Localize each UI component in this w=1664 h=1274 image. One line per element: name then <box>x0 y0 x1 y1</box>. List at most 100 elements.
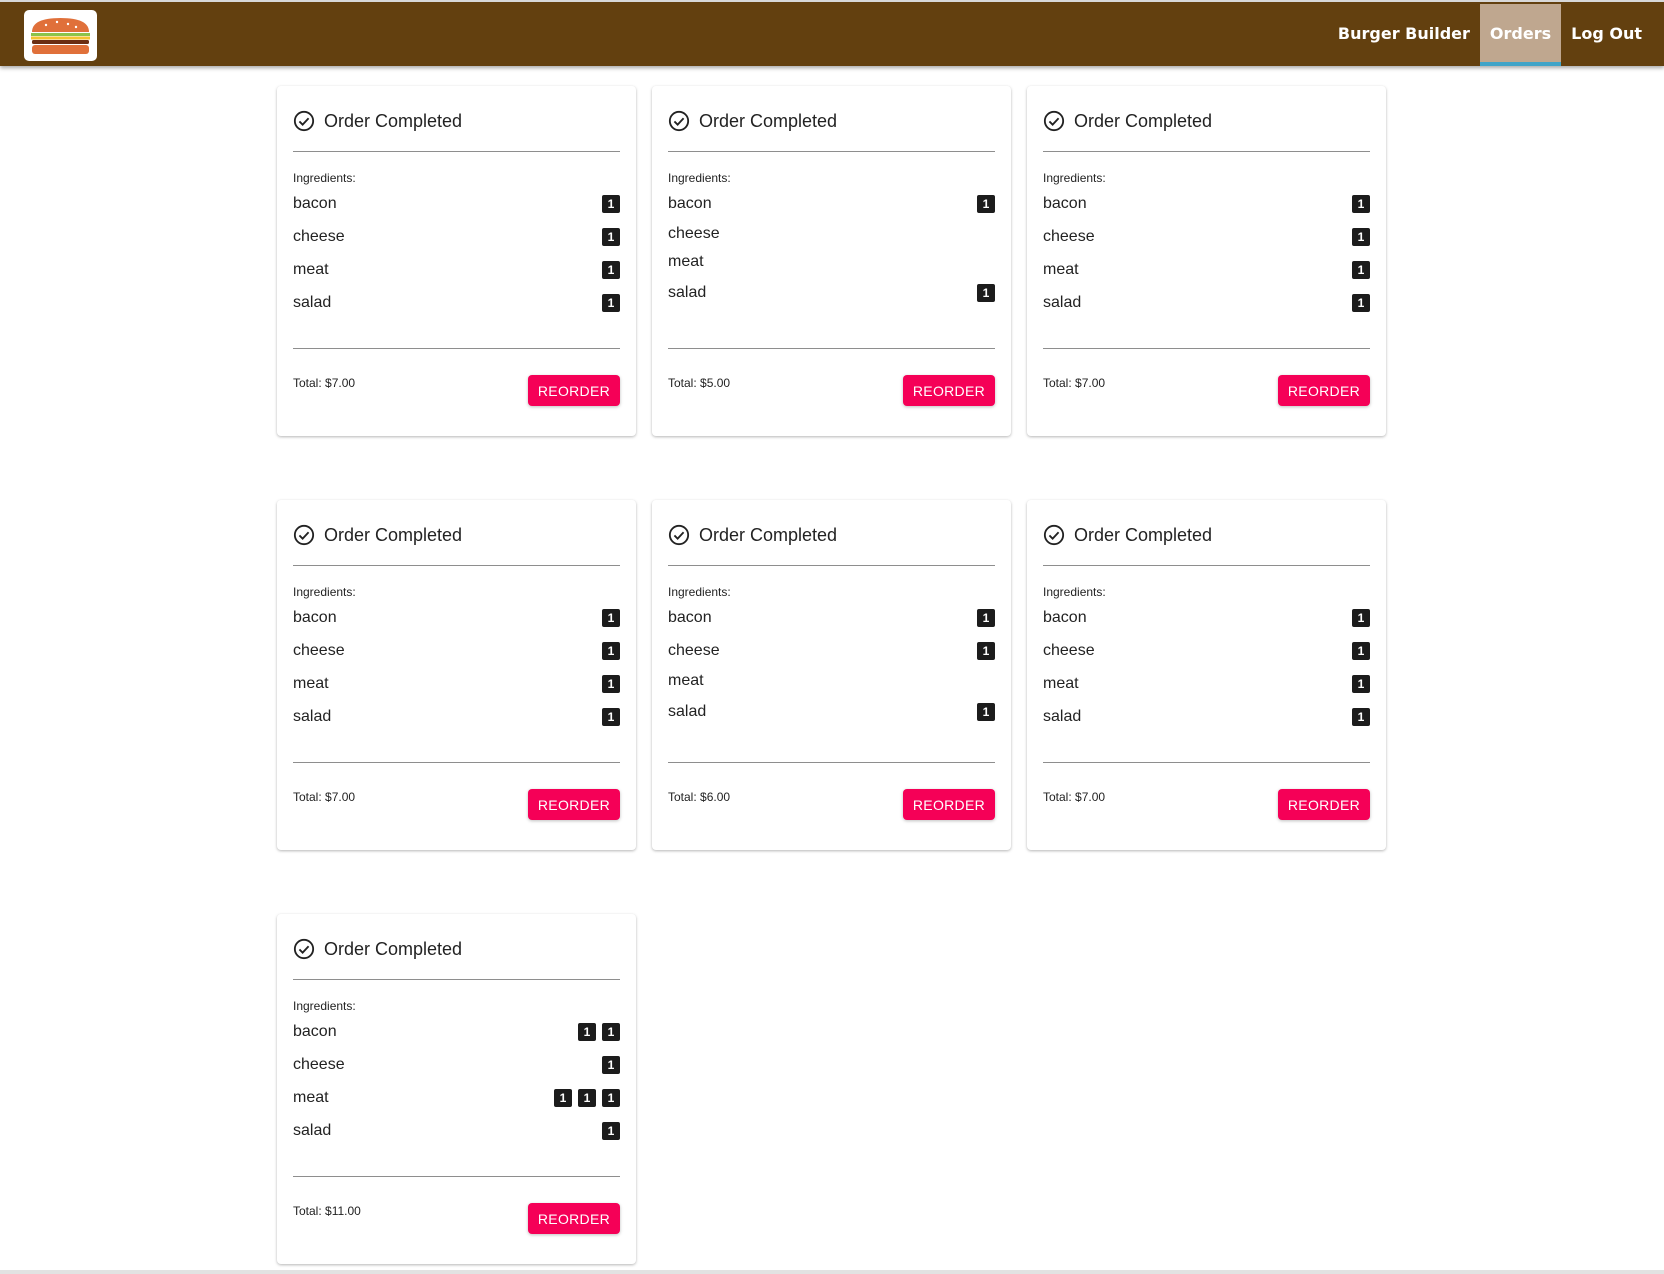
reorder-button[interactable]: REORDER <box>1277 375 1370 406</box>
ingredient-name: salad <box>293 707 332 725</box>
nav-log-out[interactable]: Log Out <box>1561 4 1652 66</box>
ingredient-badges: 1 <box>602 1055 620 1074</box>
ingredient-count-badge: 1 <box>602 293 620 312</box>
ingredient-count-badge: 1 <box>1352 641 1370 660</box>
check-circle-icon <box>1043 110 1065 132</box>
ingredient-row: bacon 1 <box>293 187 620 220</box>
order-status-title: Order Completed <box>324 938 463 959</box>
ingredient-count-badge: 1 <box>578 1088 596 1107</box>
divider <box>293 348 620 349</box>
ingredient-name: cheese <box>1043 227 1095 245</box>
ingredients-label: Ingredients: <box>293 171 356 185</box>
ingredient-count-badge: 1 <box>1352 293 1370 312</box>
ingredient-row: meat <box>668 667 995 695</box>
reorder-button[interactable]: REORDER <box>902 375 995 406</box>
divider <box>293 1176 620 1177</box>
divider <box>1043 762 1370 763</box>
ingredients-label: Ingredients: <box>668 585 731 599</box>
reorder-button[interactable]: REORDER <box>902 789 995 820</box>
ingredients-label: Ingredients: <box>668 171 731 185</box>
ingredient-count-badge: 1 <box>602 707 620 726</box>
order-status-title: Order Completed <box>699 524 838 545</box>
check-circle-icon <box>293 938 315 960</box>
order-total: Total: $5.00 <box>668 376 731 390</box>
ingredient-row: cheese 1 <box>293 634 620 667</box>
order-card-header: Order Completed <box>293 108 620 134</box>
ingredient-name: meat <box>1043 260 1079 278</box>
ingredient-count-badge: 1 <box>1352 194 1370 213</box>
ingredient-badges: 1 <box>1352 641 1370 660</box>
check-circle-icon <box>1043 524 1065 546</box>
ingredient-badges: 1 <box>602 260 620 279</box>
ingredient-count-badge: 1 <box>1352 260 1370 279</box>
ingredient-badges: 1 <box>977 702 995 721</box>
reorder-button[interactable]: REORDER <box>527 789 620 820</box>
ingredient-name: salad <box>293 1121 332 1139</box>
ingredient-row: cheese 1 <box>293 1048 620 1081</box>
ingredient-row: cheese 1 <box>293 220 620 253</box>
ingredient-row: bacon 11 <box>293 1015 620 1048</box>
order-status-title: Order Completed <box>324 524 463 545</box>
ingredient-count-badge: 1 <box>1352 674 1370 693</box>
order-total: Total: $7.00 <box>1043 376 1106 390</box>
ingredient-row: salad 1 <box>1043 700 1370 733</box>
ingredient-row: cheese 1 <box>668 634 995 667</box>
top-navbar: Burger Builder Orders Log Out <box>0 0 1664 66</box>
ingredient-name: meat <box>668 672 704 689</box>
ingredient-name: cheese <box>293 1055 345 1073</box>
nav-orders[interactable]: Orders <box>1479 4 1562 66</box>
ingredient-name: cheese <box>668 641 720 659</box>
ingredient-badges: 1 <box>1352 707 1370 726</box>
ingredient-name: bacon <box>1043 608 1087 626</box>
order-card: Order Completed Ingredients: bacon 1 che… <box>277 86 636 436</box>
ingredient-badges: 11 <box>578 1022 620 1041</box>
check-circle-icon <box>293 110 315 132</box>
ingredient-badges: 1 <box>602 707 620 726</box>
nav-burger-builder[interactable]: Burger Builder <box>1328 4 1480 66</box>
ingredient-badges: 1 <box>1352 674 1370 693</box>
ingredient-row: bacon 1 <box>668 187 995 220</box>
ingredient-row: salad 1 <box>668 695 995 728</box>
ingredient-badges: 1 <box>1352 227 1370 246</box>
ingredient-name: salad <box>1043 293 1082 311</box>
reorder-button[interactable]: REORDER <box>527 1203 620 1234</box>
divider <box>293 151 620 152</box>
ingredient-name: bacon <box>1043 194 1087 212</box>
order-total: Total: $6.00 <box>668 790 731 804</box>
ingredients-list: bacon 1 cheese meat salad 1 <box>668 187 995 309</box>
ingredient-row: bacon 1 <box>1043 601 1370 634</box>
ingredient-badges: 1 <box>1352 608 1370 627</box>
divider <box>1043 151 1370 152</box>
ingredients-list: bacon 1 cheese 1 meat salad 1 <box>668 601 995 728</box>
ingredient-name: meat <box>668 253 704 270</box>
ingredient-count-badge: 1 <box>602 1121 620 1140</box>
divider <box>668 151 995 152</box>
reorder-button[interactable]: REORDER <box>527 375 620 406</box>
order-card: Order Completed Ingredients: bacon 1 che… <box>652 500 1011 850</box>
burger-logo-icon[interactable] <box>24 10 97 61</box>
order-total: Total: $7.00 <box>1043 790 1106 804</box>
ingredient-badges: 1 <box>977 194 995 213</box>
ingredient-badges: 1 <box>1352 194 1370 213</box>
ingredient-badges: 1 <box>1352 293 1370 312</box>
ingredient-row: salad 1 <box>293 1114 620 1147</box>
ingredient-name: meat <box>293 260 329 278</box>
ingredient-row: meat 1 <box>1043 667 1370 700</box>
order-total: Total: $7.00 <box>293 376 356 390</box>
ingredient-row: salad 1 <box>1043 286 1370 319</box>
ingredient-badges: 1 <box>977 608 995 627</box>
order-card: Order Completed Ingredients: bacon 1 che… <box>277 500 636 850</box>
divider <box>293 565 620 566</box>
ingredient-count-badge: 1 <box>602 260 620 279</box>
order-card-header: Order Completed <box>1043 522 1370 548</box>
ingredient-count-badge: 1 <box>602 1022 620 1041</box>
ingredient-row: bacon 1 <box>668 601 995 634</box>
ingredient-name: bacon <box>293 1022 337 1040</box>
ingredient-count-badge: 1 <box>977 608 995 627</box>
ingredients-list: bacon 1 cheese 1 meat 1 salad 1 <box>1043 601 1370 733</box>
order-status-title: Order Completed <box>324 110 463 131</box>
order-card-header: Order Completed <box>668 522 995 548</box>
divider <box>293 762 620 763</box>
check-circle-icon <box>668 110 690 132</box>
reorder-button[interactable]: REORDER <box>1277 789 1370 820</box>
